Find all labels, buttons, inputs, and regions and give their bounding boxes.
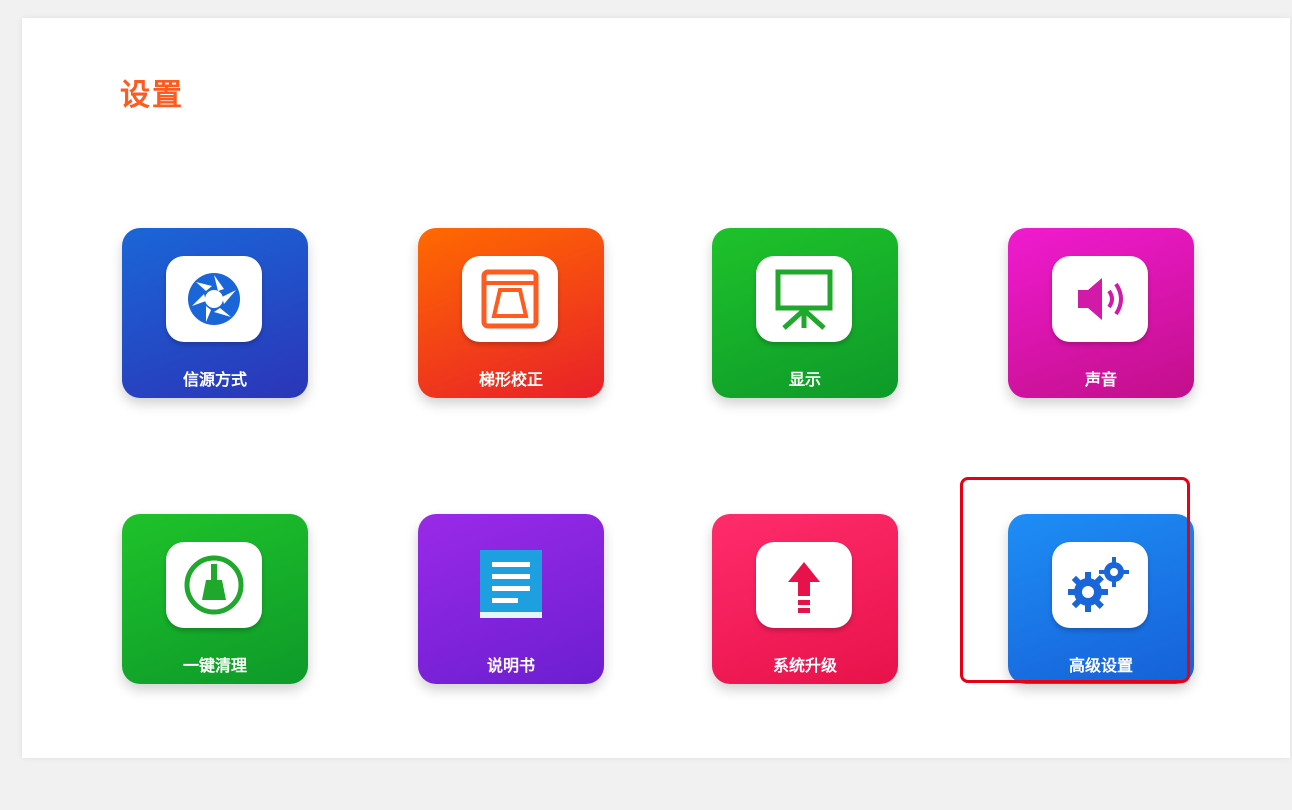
aperture-icon <box>188 273 240 325</box>
tile-display[interactable]: 显示 <box>712 228 898 398</box>
tile-icon-box <box>166 256 262 342</box>
tile-icon-box <box>462 256 558 342</box>
tile-label: 声音 <box>1084 370 1117 389</box>
tile-keystone[interactable]: 梯形校正 <box>418 228 604 398</box>
tile-label: 梯形校正 <box>478 370 543 389</box>
tile-label: 一键清理 <box>182 656 247 675</box>
tile-label: 说明书 <box>486 656 535 675</box>
tile-one-click-clean[interactable]: 一键清理 <box>122 514 308 684</box>
broom-icon <box>184 555 244 615</box>
tile-label: 信源方式 <box>182 370 247 389</box>
tile-icon-box <box>462 542 558 628</box>
projector-screen-icon <box>775 269 833 330</box>
tile-icon-box <box>756 542 852 628</box>
tile-sound[interactable]: 声音 <box>1008 228 1194 398</box>
keystone-icon <box>481 269 539 329</box>
tile-icon-box <box>1052 256 1148 342</box>
tile-icon-box <box>166 542 262 628</box>
tile-source-mode[interactable]: 信源方式 <box>122 228 308 398</box>
tile-label: 显示 <box>788 370 821 389</box>
speaker-icon <box>1078 278 1123 320</box>
tile-manual[interactable]: 说明书 <box>418 514 604 684</box>
tile-label: 系统升级 <box>772 656 837 675</box>
upgrade-icon <box>788 562 820 613</box>
tile-icon-box <box>756 256 852 342</box>
tile-system-upgrade[interactable]: 系统升级 <box>712 514 898 684</box>
selection-highlight <box>960 477 1190 683</box>
page-title: 设置 <box>120 78 184 113</box>
manual-book-icon <box>480 550 542 618</box>
